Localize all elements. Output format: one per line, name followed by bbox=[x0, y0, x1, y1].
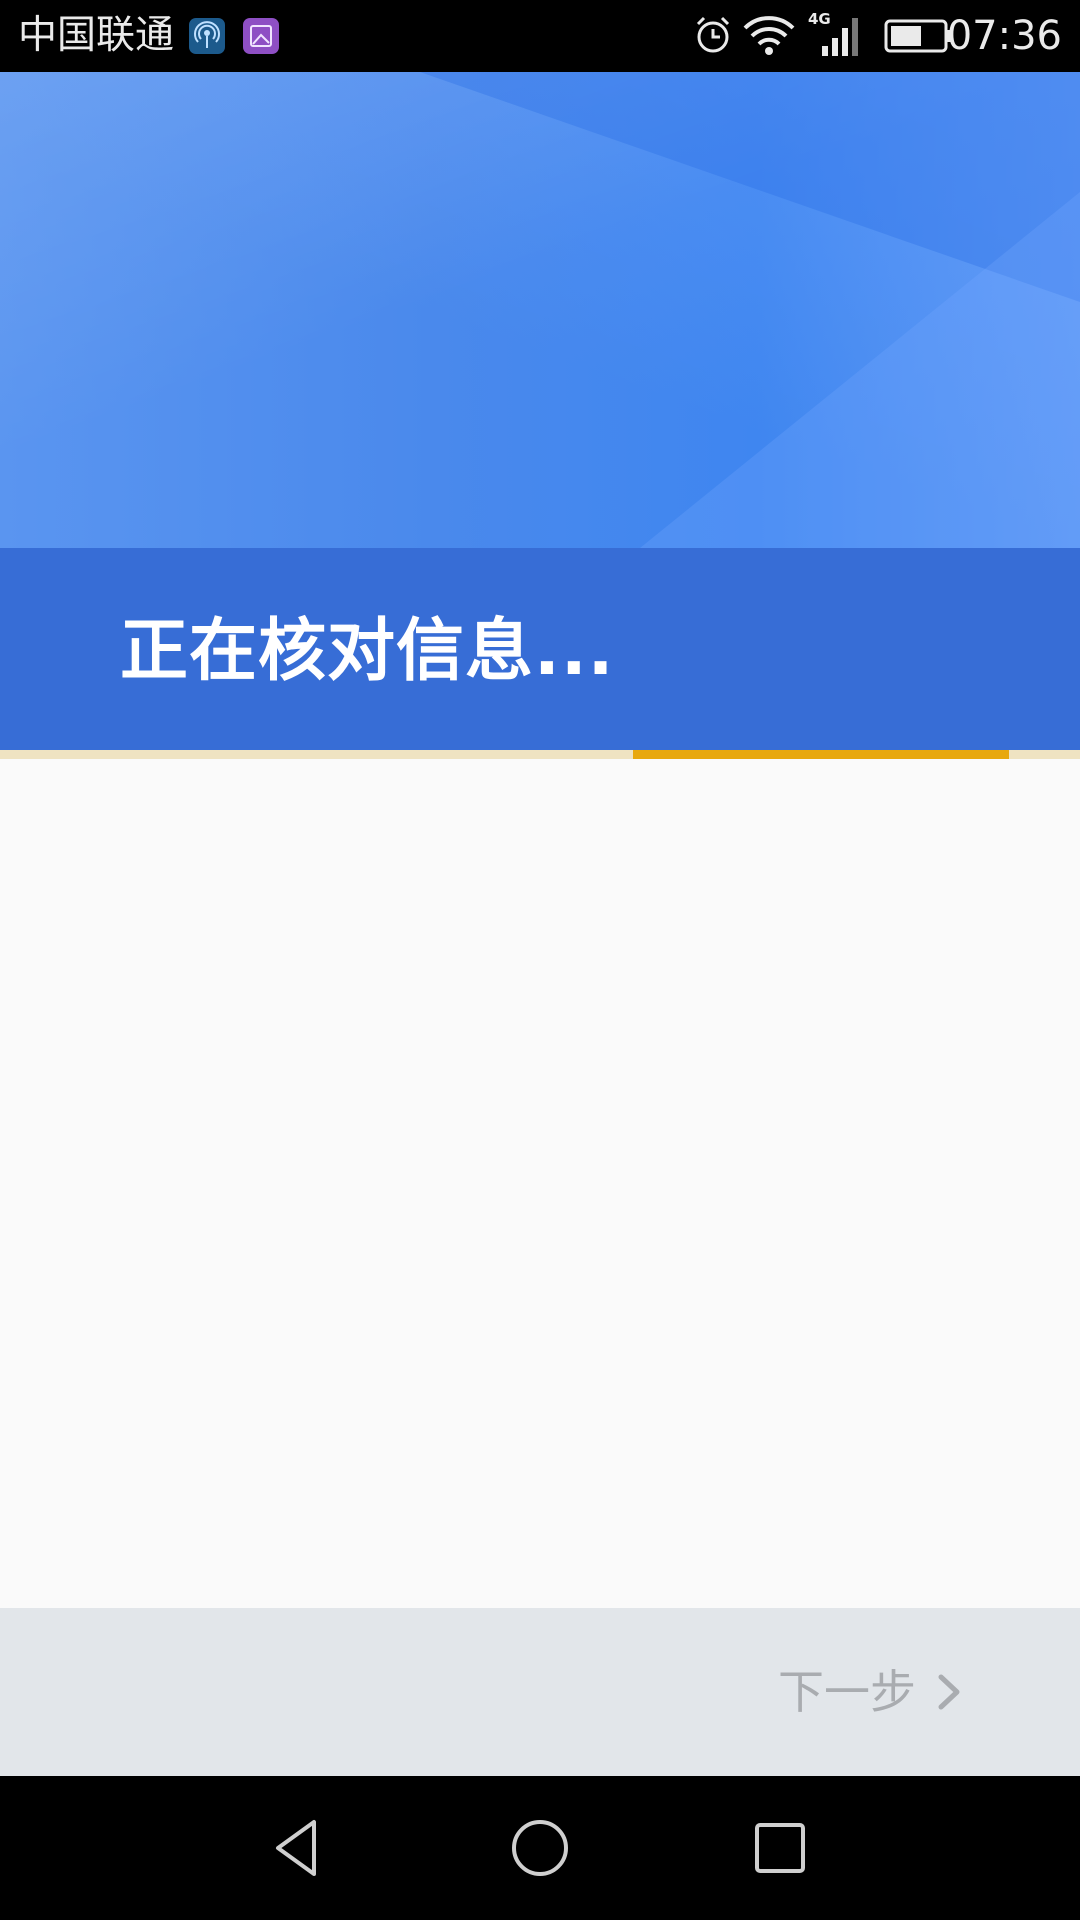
progress-indicator bbox=[633, 750, 1009, 759]
wifi-icon bbox=[743, 14, 795, 58]
network-type-label: 4G bbox=[808, 10, 831, 28]
header-hero-banner bbox=[0, 72, 1080, 548]
back-button[interactable] bbox=[264, 1812, 336, 1884]
navigation-bar bbox=[0, 1776, 1080, 1920]
battery-icon bbox=[884, 18, 954, 54]
status-bar: 中国联通 4G 07:36 bbox=[0, 0, 1080, 72]
screen: 中国联通 4G 07:36 正在核对信息... 下一步 bbox=[0, 0, 1080, 1920]
home-button[interactable] bbox=[504, 1812, 576, 1884]
gallery-icon bbox=[243, 18, 279, 54]
carrier-name: 中国联通 bbox=[18, 13, 175, 58]
battery-level-fill bbox=[891, 26, 921, 46]
chevron-right-icon bbox=[938, 1674, 960, 1710]
signal-icon: 4G bbox=[806, 10, 868, 58]
clock: 07:36 bbox=[946, 13, 1062, 59]
progress-track bbox=[0, 750, 1080, 759]
next-step-label: 下一步 bbox=[778, 1665, 916, 1719]
action-bar: 下一步 bbox=[0, 1608, 1080, 1776]
hotspot-icon bbox=[189, 18, 225, 54]
content-area bbox=[0, 759, 1080, 1608]
alarm-icon bbox=[692, 14, 734, 56]
page-title: 正在核对信息... bbox=[120, 612, 615, 691]
back-icon bbox=[276, 1820, 316, 1876]
home-icon bbox=[512, 1820, 568, 1876]
recent-apps-button[interactable] bbox=[744, 1812, 816, 1884]
next-step-button[interactable]: 下一步 bbox=[778, 1656, 960, 1728]
hero-facet bbox=[640, 192, 1080, 548]
recent-apps-icon bbox=[755, 1823, 805, 1873]
